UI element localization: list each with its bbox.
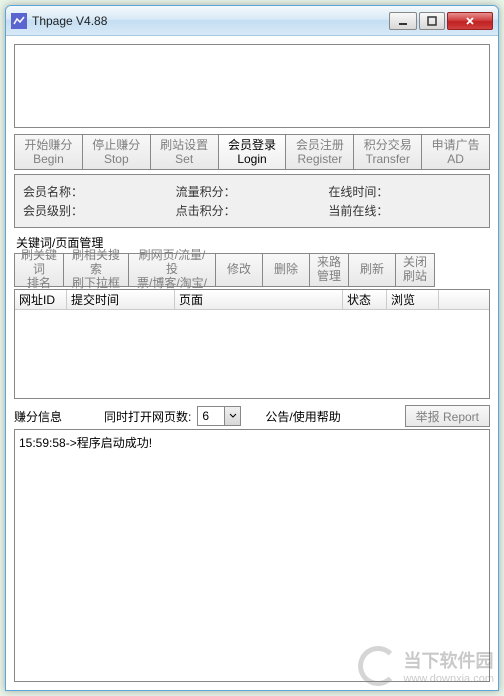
window-title: Thpage V4.88 [32,14,389,28]
watermark-url: www.downxia.com [404,673,494,685]
toolbar-stop-button[interactable]: 停止赚分Stop [82,134,151,170]
toolbar-set-button[interactable]: 刷站设置Set [150,134,219,170]
watermark-icon [358,646,398,686]
column-header-1[interactable]: 提交时间 [67,290,175,309]
help-label: 公告/使用帮助 [265,408,340,425]
earn-info-label: 赚分信息 [14,408,62,425]
toolbar-begin-button[interactable]: 开始赚分Begin [14,134,83,170]
close-button[interactable] [447,12,493,30]
member-level-label: 会员级别： [23,202,176,219]
column-header-3[interactable]: 状态 [343,290,387,309]
titlebar: Thpage V4.88 [6,6,498,36]
report-button[interactable]: 举报 Report [405,405,490,427]
minimize-button[interactable] [389,12,417,30]
keyword-button-7[interactable]: 关闭刷站 [395,253,435,287]
keyword-button-2[interactable]: 刷网页/流量/投票/博客/淘宝/ [128,253,216,287]
app-icon [11,13,27,29]
keyword-button-3[interactable]: 修改 [215,253,263,287]
column-header-5[interactable] [439,290,459,309]
toolbar-login-button[interactable]: 会员登录Login [218,134,287,170]
online-now-label: 当前在线： [328,202,481,219]
chevron-down-icon[interactable] [224,407,240,425]
toolbar-register-button[interactable]: 会员注册Register [285,134,354,170]
keyword-button-1[interactable]: 刷相关搜索刷下拉框 [63,253,129,287]
banner-area [14,44,490,128]
maximize-button[interactable] [419,12,445,30]
traffic-points-label: 流量积分： [176,183,329,200]
keyword-toolbar: 刷关键词排名刷相关搜索刷下拉框刷网页/流量/投票/博客/淘宝/修改删除来路管理刷… [14,253,490,287]
column-header-0[interactable]: 网址ID [15,290,67,309]
toolbar-transfer-button[interactable]: 积分交易Transfer [353,134,422,170]
watermark: 当下软件园 www.downxia.com [358,646,494,686]
keyword-button-5[interactable]: 来路管理 [309,253,349,287]
member-name-label: 会员名称： [23,183,176,200]
main-toolbar: 开始赚分Begin停止赚分Stop刷站设置Set会员登录Login会员注册Reg… [14,134,490,170]
url-table[interactable]: 网址ID提交时间页面状态浏览 [14,289,490,399]
keyword-button-6[interactable]: 刷新 [348,253,396,287]
column-header-2[interactable]: 页面 [175,290,343,309]
click-points-label: 点击积分： [176,202,329,219]
pages-count-select[interactable]: 6 [197,406,241,426]
member-info-panel: 会员名称： 流量积分： 在线时间： 会员级别： 点击积分： 当前在线： [14,174,490,228]
pages-count-label: 同时打开网页数: [104,408,191,425]
column-header-4[interactable]: 浏览 [387,290,439,309]
keyword-button-4[interactable]: 删除 [262,253,310,287]
keyword-button-0[interactable]: 刷关键词排名 [14,253,64,287]
online-time-label: 在线时间： [328,183,481,200]
toolbar-ad-button[interactable]: 申请广告AD [421,134,490,170]
watermark-text: 当下软件园 [404,647,494,673]
log-output[interactable]: 15:59:58->程序启动成功! [14,429,490,682]
pages-count-value: 6 [198,407,224,425]
